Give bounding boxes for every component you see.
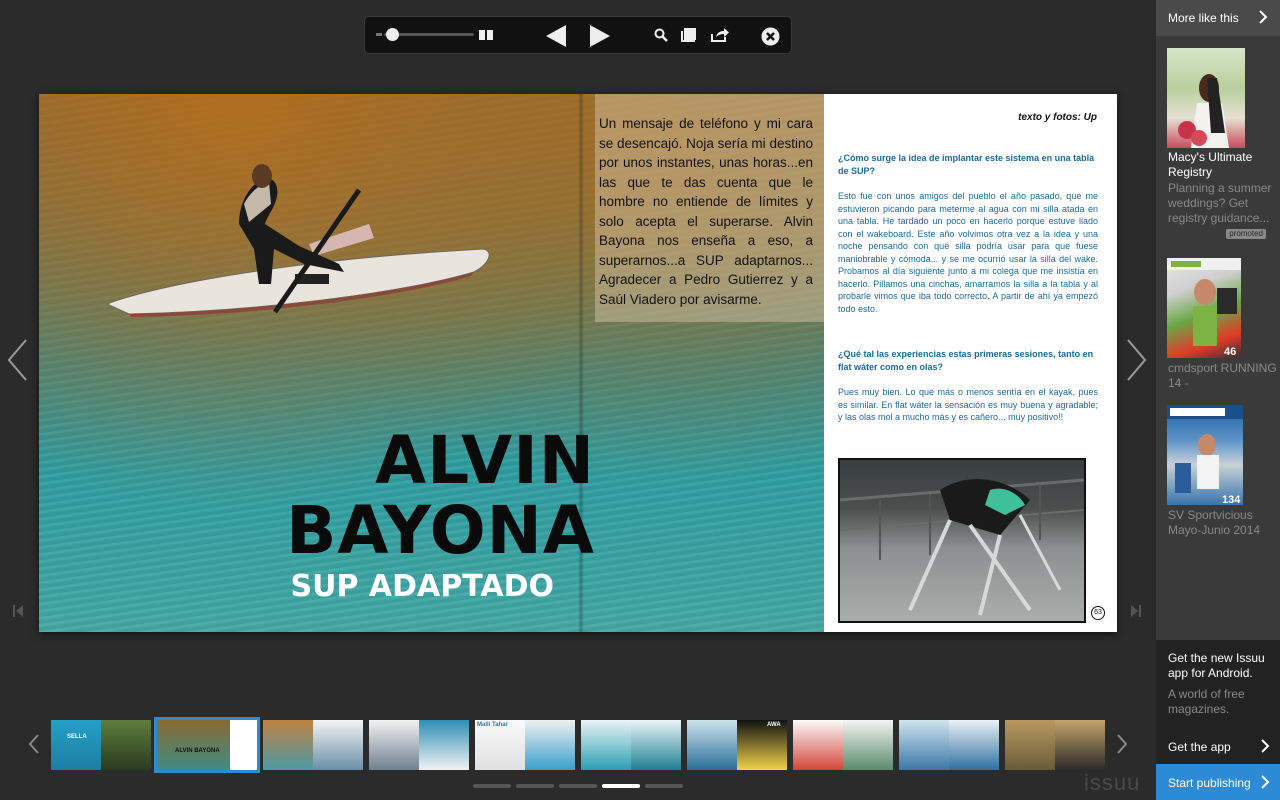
answer-2: Pues muy bien. Lo que más o menos sentía… bbox=[838, 387, 1098, 422]
thumbnails-next-icon[interactable] bbox=[1116, 733, 1128, 760]
android-promo-title: Get the new Issuu app for Android. bbox=[1168, 651, 1265, 680]
paddler-photo bbox=[105, 164, 490, 317]
last-page-icon[interactable] bbox=[1131, 604, 1141, 622]
page-thumbnail[interactable]: SELLA bbox=[51, 720, 151, 770]
search-icon[interactable] bbox=[652, 26, 670, 44]
page-thumbnail[interactable] bbox=[581, 720, 681, 770]
article-title-last-name: BAYONA bbox=[286, 492, 595, 569]
library-icon[interactable] bbox=[680, 26, 700, 44]
article-title-first-name: ALVIN bbox=[375, 422, 595, 499]
get-the-app-link[interactable]: Get the app bbox=[1168, 740, 1231, 754]
start-publishing-label: Start publishing bbox=[1168, 776, 1251, 790]
question-1: ¿Cómo surge la idea de implantar este si… bbox=[838, 153, 1095, 176]
issuu-reader: Un mensaje de teléfono y mi cara se dese… bbox=[0, 0, 1280, 800]
page-thumbnail[interactable] bbox=[263, 720, 363, 770]
recommendation-cover[interactable] bbox=[1167, 48, 1245, 148]
zoom-min-marker bbox=[376, 33, 382, 36]
article-credits: texto y fotos: Up bbox=[1018, 112, 1097, 123]
page-number: 63 bbox=[1091, 606, 1105, 620]
magazine-spread[interactable]: Un mensaje de teléfono y mi cara se dese… bbox=[39, 94, 1117, 632]
pager-dot[interactable] bbox=[516, 784, 554, 788]
next-page-icon[interactable] bbox=[588, 24, 612, 48]
chevron-right-icon bbox=[1260, 774, 1270, 795]
pager-dot-current[interactable] bbox=[602, 784, 640, 788]
close-icon[interactable] bbox=[760, 26, 780, 46]
page-thumbnail[interactable]: AWA bbox=[687, 720, 787, 770]
zoom-slider-handle[interactable] bbox=[386, 28, 399, 41]
related-sidebar: More like this Macy's Ultimate Registry … bbox=[1156, 0, 1280, 800]
thumbnail-label: Malli Tahar bbox=[477, 722, 508, 728]
chevron-right-icon bbox=[1258, 9, 1268, 30]
recommendation-description: Planning a summer weddings? Get registry… bbox=[1168, 181, 1272, 225]
more-like-this-label: More like this bbox=[1168, 11, 1239, 25]
answer-1: Esto fue con unos amigos del pueblo el a… bbox=[838, 191, 1098, 314]
article-subtitle: SUP ADAPTADO bbox=[290, 569, 554, 604]
next-spread-arrow-icon[interactable] bbox=[1126, 338, 1148, 392]
recommendation-description[interactable]: cmdsport RUNNING 14 - bbox=[1168, 361, 1280, 391]
first-page-icon[interactable] bbox=[13, 604, 23, 622]
issuu-logo: issuu bbox=[1084, 770, 1141, 795]
prev-page-icon[interactable] bbox=[544, 24, 568, 48]
page-thumbnail-current[interactable]: ALVIN BAYONA bbox=[154, 717, 260, 773]
android-promo-description: A world of free magazines. bbox=[1168, 687, 1245, 716]
thumbnail-label: AWA bbox=[767, 722, 781, 728]
chevron-right-icon bbox=[1260, 738, 1270, 759]
question-2: ¿Qué tal las experiencias estas primeras… bbox=[838, 349, 1094, 372]
android-app-promo: Get the new Issuu app for Android. A wor… bbox=[1156, 640, 1280, 764]
chair-photo bbox=[838, 458, 1086, 623]
pager-dot[interactable] bbox=[473, 784, 511, 788]
start-publishing-button[interactable]: Start publishing bbox=[1156, 764, 1280, 800]
pager-dot[interactable] bbox=[645, 784, 683, 788]
article-intro: Un mensaje de teléfono y mi cara se dese… bbox=[599, 116, 813, 307]
right-page: texto y fotos: Up ¿Cómo surge la idea de… bbox=[824, 94, 1117, 632]
grid-view-icon[interactable] bbox=[478, 27, 494, 43]
more-like-this-header[interactable]: More like this bbox=[1156, 0, 1280, 36]
page-thumbnail[interactable] bbox=[793, 720, 893, 770]
page-thumbnail[interactable]: Malli Tahar bbox=[475, 720, 575, 770]
page-count: 46 bbox=[1224, 346, 1237, 358]
recommendation-description[interactable]: SV Sportvicious Mayo-Junio 2014 bbox=[1168, 508, 1280, 538]
share-icon[interactable] bbox=[710, 26, 730, 44]
page-thumbnail[interactable] bbox=[369, 720, 469, 770]
recommendation-title[interactable]: Macy's Ultimate Registry bbox=[1168, 150, 1280, 180]
promoted-badge: promoted bbox=[1226, 229, 1266, 239]
thumbnail-label: ALVIN BAYONA bbox=[175, 748, 220, 754]
prev-spread-arrow-icon[interactable] bbox=[6, 338, 28, 392]
thumbnail-label: SELLA bbox=[67, 734, 87, 740]
thumbnails-prev-icon[interactable] bbox=[28, 733, 40, 760]
page-count: 134 bbox=[1222, 494, 1241, 506]
recommendation-cover[interactable] bbox=[1167, 405, 1243, 505]
page-thumbnail[interactable] bbox=[899, 720, 999, 770]
page-thumbnail[interactable] bbox=[1005, 720, 1105, 770]
recommendation-cover[interactable] bbox=[1167, 258, 1241, 358]
pager-dot[interactable] bbox=[559, 784, 597, 788]
